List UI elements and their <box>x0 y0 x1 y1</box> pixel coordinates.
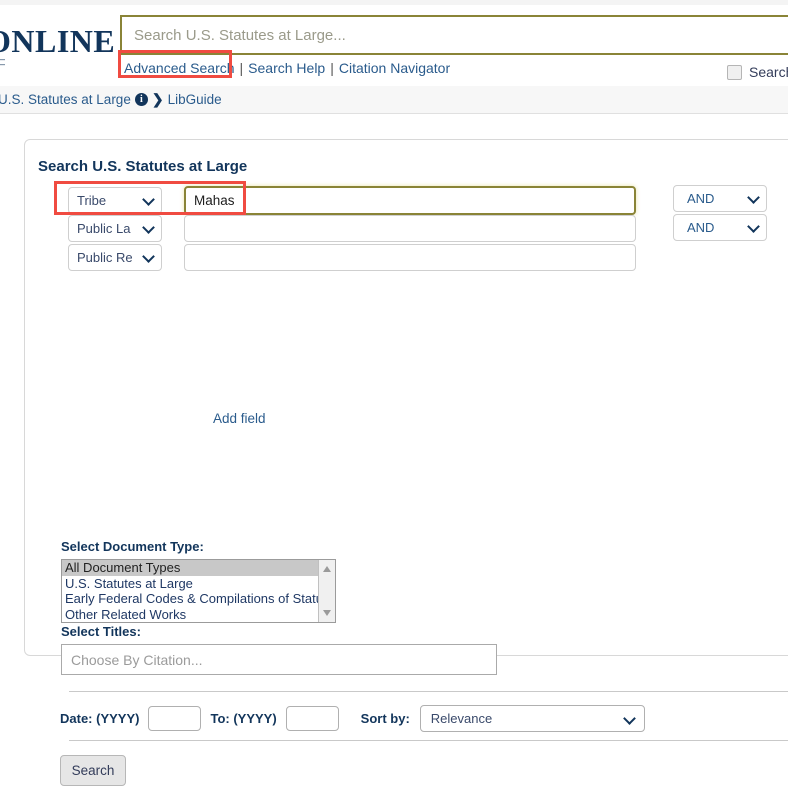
field-select-wrap-3[interactable]: Public Re <box>68 244 162 271</box>
search-scope-checkbox-group[interactable]: Search <box>727 64 788 80</box>
operator-select-1[interactable]: AND <box>673 185 767 212</box>
listbox-scrollbar[interactable] <box>318 560 335 622</box>
document-type-label: Select Document Type: <box>61 539 204 554</box>
search-term-input-1[interactable] <box>184 186 636 215</box>
document-type-listbox[interactable]: All Document Types U.S. Statutes at Larg… <box>61 559 336 623</box>
query-row-3: Public Re <box>68 244 636 271</box>
field-select-2[interactable]: Public La <box>68 215 162 242</box>
search-term-input-2[interactable] <box>184 215 636 242</box>
field-select-wrap-2[interactable]: Public La <box>68 215 162 242</box>
add-field-link[interactable]: Add field <box>213 411 266 426</box>
field-select-3[interactable]: Public Re <box>68 244 162 271</box>
operator-select-2[interactable]: AND <box>673 214 767 241</box>
divider-top <box>69 691 788 692</box>
date-from-input[interactable] <box>148 706 202 731</box>
document-type-option[interactable]: Early Federal Codes & Compilations of St… <box>62 591 335 607</box>
sort-select-wrap[interactable]: Relevance <box>419 705 645 732</box>
search-scope-label: Search <box>749 64 788 80</box>
link-separator-2: | <box>330 60 334 76</box>
scroll-down-arrow-icon[interactable] <box>323 610 331 616</box>
operator-select-wrap-1[interactable]: AND <box>673 185 767 212</box>
date-sort-row: Date: (YYYY) To: (YYYY) Sort by: Relevan… <box>60 705 645 732</box>
breadcrumb: U.S. Statutes at Large i ❯ LibGuide <box>0 86 788 114</box>
sort-by-label: Sort by: <box>360 711 410 726</box>
operator-select-wrap-2[interactable]: AND <box>673 214 767 241</box>
date-from-label: Date: (YYYY) <box>60 711 140 726</box>
global-search-input[interactable] <box>122 17 788 53</box>
page-title: Search U.S. Statutes at Large <box>38 158 248 175</box>
divider-bottom <box>69 740 788 741</box>
advanced-search-link[interactable]: Advanced Search <box>124 60 235 76</box>
link-separator-1: | <box>239 60 244 76</box>
chevron-right-icon: ❯ <box>151 91 164 107</box>
search-submit-button[interactable]: Search <box>60 755 126 786</box>
logo-underline-mark: —— <box>0 55 8 69</box>
site-header: ONLINE —— Advanced Search|Search Help|Ci… <box>0 5 788 87</box>
search-scope-checkbox[interactable] <box>727 64 742 80</box>
header-links: Advanced Search | Search Help | Citation Nav… <box>124 60 450 76</box>
field-select-1[interactable]: Tribe <box>68 187 162 214</box>
field-select-wrap-1[interactable]: Tribe <box>68 187 162 214</box>
document-type-option[interactable]: U.S. Statutes at Large <box>62 576 335 592</box>
query-row-1: Tribe <box>68 186 636 215</box>
select-titles-label: Select Titles: <box>61 624 141 639</box>
citation-input[interactable] <box>61 644 497 675</box>
breadcrumb-item-statutes[interactable]: U.S. Statutes at Large <box>0 92 131 107</box>
query-row-2: Public La <box>68 215 636 242</box>
document-type-option[interactable]: Other Related Works <box>62 607 335 623</box>
search-term-input-3[interactable] <box>184 244 636 271</box>
citation-navigator-link[interactable]: Citation Navigator <box>339 60 450 76</box>
search-help-link[interactable]: Search Help <box>248 60 325 76</box>
document-type-option[interactable]: All Document Types <box>62 560 335 576</box>
breadcrumb-item-libguide[interactable]: LibGuide <box>168 92 222 107</box>
sort-by-select[interactable]: Relevance <box>419 705 645 732</box>
scroll-up-arrow-icon[interactable] <box>323 566 331 572</box>
global-search-box[interactable] <box>120 15 788 55</box>
info-icon[interactable]: i <box>134 93 148 106</box>
date-to-label: To: (YYYY) <box>210 711 277 726</box>
date-to-input[interactable] <box>285 706 339 731</box>
heinonline-logo[interactable]: ONLINE <box>0 23 115 60</box>
